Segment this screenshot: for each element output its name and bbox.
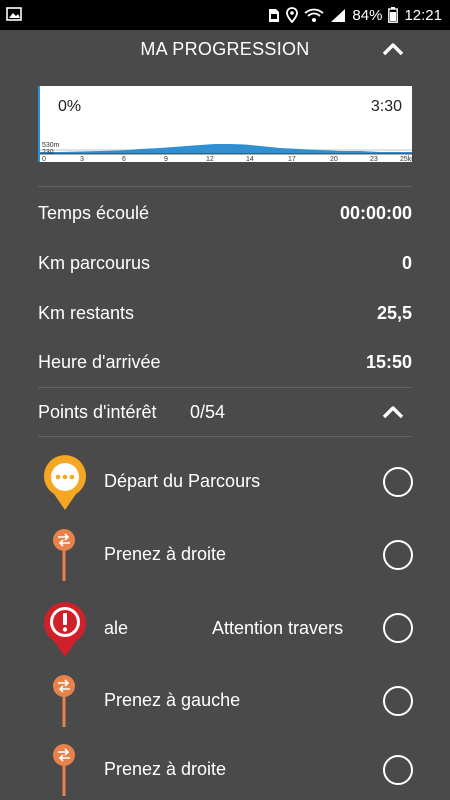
poi-label: Prenez à droite bbox=[104, 759, 227, 779]
poi-checkbox[interactable] bbox=[383, 755, 413, 785]
wifi-icon bbox=[304, 8, 324, 23]
divider bbox=[38, 387, 412, 388]
battery-percent: 84% bbox=[352, 6, 383, 24]
distance-tick-label: 12 bbox=[206, 156, 214, 162]
poi-label: Prenez à gauche bbox=[104, 690, 241, 710]
elevation-chart: 0 3 6 9 12 14 17 20 23 25km bbox=[40, 144, 414, 162]
km-left-row: Km restants 25,5 bbox=[38, 298, 412, 328]
clock: 12:21 bbox=[404, 6, 442, 24]
poi-item[interactable]: Prenez à droite bbox=[0, 735, 450, 800]
distance-tick-label: 6 bbox=[122, 156, 126, 162]
poi-checkbox[interactable] bbox=[383, 467, 413, 497]
direction-marker-icon bbox=[50, 673, 78, 734]
poi-item[interactable]: Prenez à gauche bbox=[0, 666, 450, 736]
km-left-value: 25,5 bbox=[376, 302, 412, 323]
gallery-icon bbox=[6, 7, 22, 26]
distance-axis: 0 3 6 9 12 14 17 20 23 25km bbox=[42, 156, 414, 162]
progress-header: MA PROGRESSION bbox=[0, 30, 450, 70]
km-done-label: Km parcourus bbox=[38, 252, 151, 273]
poi-checkbox[interactable] bbox=[383, 540, 413, 570]
chevron-up-icon bbox=[382, 406, 404, 419]
distance-tick-label: 14 bbox=[246, 156, 254, 162]
elevation-area bbox=[40, 144, 412, 154]
direction-marker-icon bbox=[50, 742, 78, 800]
elevation-profile[interactable]: 0 3 6 9 12 14 17 20 23 25km 0% 3:30 530m 230 bbox=[38, 86, 414, 162]
elapsed-time-value: 00:00:00 bbox=[339, 202, 412, 223]
sim-icon bbox=[268, 8, 280, 23]
elapsed-time-row: Temps écoulé 00:00:00 bbox=[38, 198, 412, 228]
distance-tick-label: 25km bbox=[400, 156, 414, 162]
altitude-max-label: 530m bbox=[42, 142, 60, 149]
poi-item[interactable]: Prenez à droite bbox=[0, 520, 450, 590]
elapsed-time-label: Temps écoulé bbox=[38, 202, 150, 223]
start-pin-icon bbox=[42, 452, 88, 517]
distance-tick-label: 17 bbox=[288, 156, 296, 162]
divider bbox=[38, 186, 412, 187]
km-done-row: Km parcourus 0 bbox=[38, 248, 412, 278]
distance-tick-label: 3 bbox=[80, 156, 84, 162]
chevron-up-icon bbox=[382, 43, 404, 56]
duration-label: 3:30 bbox=[370, 98, 402, 115]
direction-marker-icon bbox=[50, 527, 78, 588]
poi-item[interactable]: ale Attention travers bbox=[0, 594, 450, 664]
arrival-time-row: Heure d'arrivée 15:50 bbox=[38, 347, 412, 377]
poi-label-scroll-left: ale bbox=[104, 618, 129, 638]
arrival-time-value: 15:50 bbox=[365, 351, 412, 372]
distance-tick-label: 20 bbox=[330, 156, 338, 162]
poi-header: Points d'intérêt 0/54 bbox=[38, 398, 412, 428]
collapse-progress-button[interactable] bbox=[380, 38, 406, 62]
poi-checkbox[interactable] bbox=[383, 686, 413, 716]
km-done-value: 0 bbox=[401, 252, 412, 273]
warning-pin-icon bbox=[42, 599, 88, 664]
collapse-poi-button[interactable] bbox=[380, 401, 406, 425]
poi-label: Départ du Parcours bbox=[104, 471, 261, 491]
poi-label: Prenez à droite bbox=[104, 544, 227, 564]
distance-tick-label: 23 bbox=[370, 156, 378, 162]
poi-count: 0/54 bbox=[190, 402, 226, 422]
battery-icon bbox=[388, 7, 399, 23]
poi-item[interactable]: Départ du Parcours bbox=[0, 447, 450, 517]
poi-checkbox[interactable] bbox=[383, 613, 413, 643]
status-bar: 84% 12:21 bbox=[0, 0, 450, 30]
distance-tick-label: 0 bbox=[42, 156, 46, 162]
arrival-time-label: Heure d'arrivée bbox=[38, 351, 161, 372]
poi-label-scroll-right: Attention travers bbox=[212, 618, 344, 638]
location-icon bbox=[286, 7, 299, 23]
signal-icon bbox=[330, 8, 346, 23]
km-left-label: Km restants bbox=[38, 302, 135, 323]
altitude-min-label: 230 bbox=[42, 149, 54, 156]
divider bbox=[38, 436, 412, 437]
progress-percent: 0% bbox=[58, 98, 82, 115]
poi-title: Points d'intérêt bbox=[38, 402, 157, 422]
distance-tick-label: 9 bbox=[164, 156, 168, 162]
